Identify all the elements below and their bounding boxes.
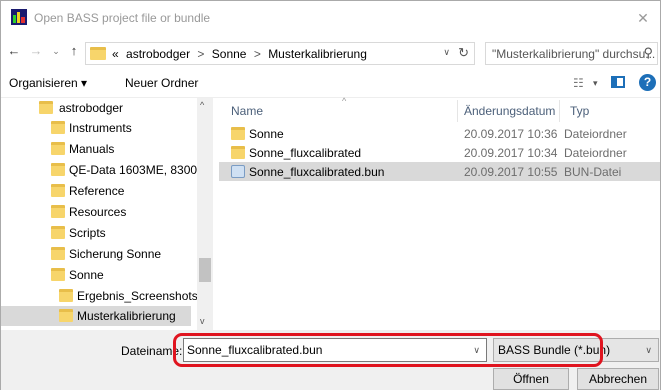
folder-icon [90, 47, 106, 60]
sidebar-item-label: QE-Data 1603ME, 8300M [69, 163, 208, 177]
search-icon[interactable]: ⚲ [643, 45, 653, 61]
sidebar-item-sonne[interactable]: Sonne [1, 265, 191, 285]
sidebar-item-musterkalibrierung[interactable]: Musterkalibrierung [1, 306, 191, 326]
sidebar-item-instruments[interactable]: Instruments [1, 118, 191, 138]
file-type: Dateiordner [564, 146, 627, 160]
organize-button[interactable]: Organisieren ▾ [9, 76, 87, 90]
folder-icon [51, 226, 65, 239]
dialog-footer: Dateiname: Sonne_fluxcalibrated.bun ∨ BA… [1, 330, 660, 390]
file-name: Sonne [249, 127, 284, 141]
file-type: BUN-Datei [564, 165, 622, 179]
sidebar-item-resources[interactable]: Resources [1, 202, 191, 222]
folder-icon [51, 163, 65, 176]
sidebar-item-label: astrobodger [59, 101, 124, 115]
red-highlight-annotation [173, 333, 603, 367]
cancel-button[interactable]: Abbrechen [577, 368, 659, 390]
command-toolbar: Organisieren ▾ Neuer Ordner ☷ ▾ ? [1, 68, 660, 98]
folder-icon [59, 289, 73, 302]
scroll-down-arrow-icon[interactable]: v [200, 316, 205, 326]
help-icon[interactable]: ? [639, 74, 656, 91]
sidebar-item-label: Ergebnis_Screenshots [77, 289, 198, 303]
breadcrumb-separator[interactable]: > [254, 47, 261, 61]
column-divider[interactable] [559, 100, 560, 122]
sidebar-item-label: Sonne [69, 268, 104, 282]
file-name: Sonne_fluxcalibrated [249, 146, 362, 160]
title-bar: Open BASS project file or bundle ✕ [1, 1, 660, 34]
window-title: Open BASS project file or bundle [34, 11, 211, 25]
preview-pane-icon[interactable] [611, 76, 625, 88]
folder-icon [59, 309, 73, 322]
scrollbar-thumb[interactable] [199, 258, 211, 282]
new-folder-button[interactable]: Neuer Ordner [125, 76, 198, 90]
bass-app-icon [11, 9, 27, 25]
column-divider[interactable] [457, 100, 458, 122]
file-name: Sonne_fluxcalibrated.bun [249, 165, 385, 179]
folder-icon [51, 184, 65, 197]
sidebar-item-label: Reference [69, 184, 125, 198]
address-dropdown-button[interactable]: ∨ [443, 47, 450, 58]
close-button[interactable]: ✕ [632, 7, 654, 29]
bundle-file-icon [231, 165, 245, 178]
file-type: Dateiordner [564, 127, 627, 141]
sidebar-item-label: Musterkalibrierung [77, 309, 176, 323]
forward-button[interactable]: → [27, 42, 45, 60]
sidebar-item-scripts[interactable]: Scripts [1, 223, 191, 243]
breadcrumb-musterkalibrierung[interactable]: Musterkalibrierung [268, 47, 367, 61]
breadcrumb: « astrobodger > Sonne > Musterkalibrieru… [112, 47, 371, 61]
sort-ascending-icon: ^ [342, 96, 347, 106]
sidebar-item-label: Resources [69, 205, 127, 219]
sidebar-item-manuals[interactable]: Manuals [1, 139, 191, 159]
file-row-sonne[interactable]: Sonne 20.09.2017 10:36 Dateiordner [219, 124, 660, 143]
column-header-name[interactable]: Name [231, 104, 263, 118]
sidebar-item-ergebnis-screenshots[interactable]: Ergebnis_Screenshots [1, 286, 198, 306]
address-bar[interactable]: « astrobodger > Sonne > Musterkalibrieru… [85, 42, 475, 65]
column-header-type[interactable]: Typ [570, 104, 589, 118]
recent-locations-button[interactable]: ⌄ [47, 42, 65, 60]
view-options-icon[interactable]: ☷ [573, 76, 584, 90]
breadcrumb-separator[interactable]: > [197, 47, 204, 61]
sidebar-item-label: Manuals [69, 142, 115, 156]
file-date: 20.09.2017 10:36 [464, 127, 558, 141]
sidebar-item-label: Scripts [69, 226, 106, 240]
folder-icon [231, 146, 245, 159]
open-file-dialog: Open BASS project file or bundle ✕ ← → ⌄… [0, 0, 661, 390]
folder-icon [51, 205, 65, 218]
file-row-sonne-fluxcalibrated-bun[interactable]: Sonne_fluxcalibrated.bun 20.09.2017 10:5… [219, 162, 660, 181]
address-row: ← → ⌄ ↑ « astrobodger > Sonne > Musterka… [1, 34, 660, 68]
folder-icon [231, 127, 245, 140]
navigation-scrollbar[interactable]: ^ v [197, 98, 213, 330]
refresh-button[interactable]: ↻ [458, 45, 469, 61]
view-options-dropdown[interactable]: ▾ [593, 78, 598, 89]
chevron-down-icon[interactable]: ∨ [645, 345, 652, 356]
breadcrumb-astrobodger[interactable]: astrobodger [126, 47, 190, 61]
file-list: Name ^ Änderungsdatum Typ Sonne 20.09.20… [213, 96, 660, 330]
file-date: 20.09.2017 10:34 [464, 146, 558, 160]
sidebar-item-reference[interactable]: Reference [1, 181, 191, 201]
up-button[interactable]: ↑ [65, 42, 83, 60]
search-placeholder: "Musterkalibrierung" durchsu... [492, 47, 656, 61]
sidebar-item-qe-data[interactable]: QE-Data 1603ME, 8300M [1, 160, 207, 180]
search-input[interactable]: "Musterkalibrierung" durchsu... ⚲ [485, 42, 658, 65]
sidebar-item-sicherung-sonne[interactable]: Sicherung Sonne [1, 244, 191, 264]
scroll-up-arrow-icon[interactable]: ^ [200, 100, 204, 110]
navigation-pane: astrobodger Instruments Manuals QE-Data … [1, 98, 213, 330]
folder-icon [51, 142, 65, 155]
open-button[interactable]: Öffnen [493, 368, 569, 390]
column-header-date[interactable]: Änderungsdatum [464, 104, 555, 118]
folder-icon [51, 268, 65, 281]
sidebar-item-label: Sicherung Sonne [69, 247, 162, 261]
folder-icon [51, 121, 65, 134]
sidebar-item-label: Instruments [69, 121, 132, 135]
breadcrumb-sonne[interactable]: Sonne [212, 47, 247, 61]
folder-icon [39, 101, 53, 114]
breadcrumb-overflow[interactable]: « [112, 47, 119, 61]
folder-icon [51, 247, 65, 260]
file-row-sonne-fluxcalibrated[interactable]: Sonne_fluxcalibrated 20.09.2017 10:34 Da… [219, 143, 660, 162]
back-button[interactable]: ← [5, 42, 23, 60]
file-date: 20.09.2017 10:55 [464, 165, 558, 179]
sidebar-item-astrobodger[interactable]: astrobodger [1, 98, 191, 118]
